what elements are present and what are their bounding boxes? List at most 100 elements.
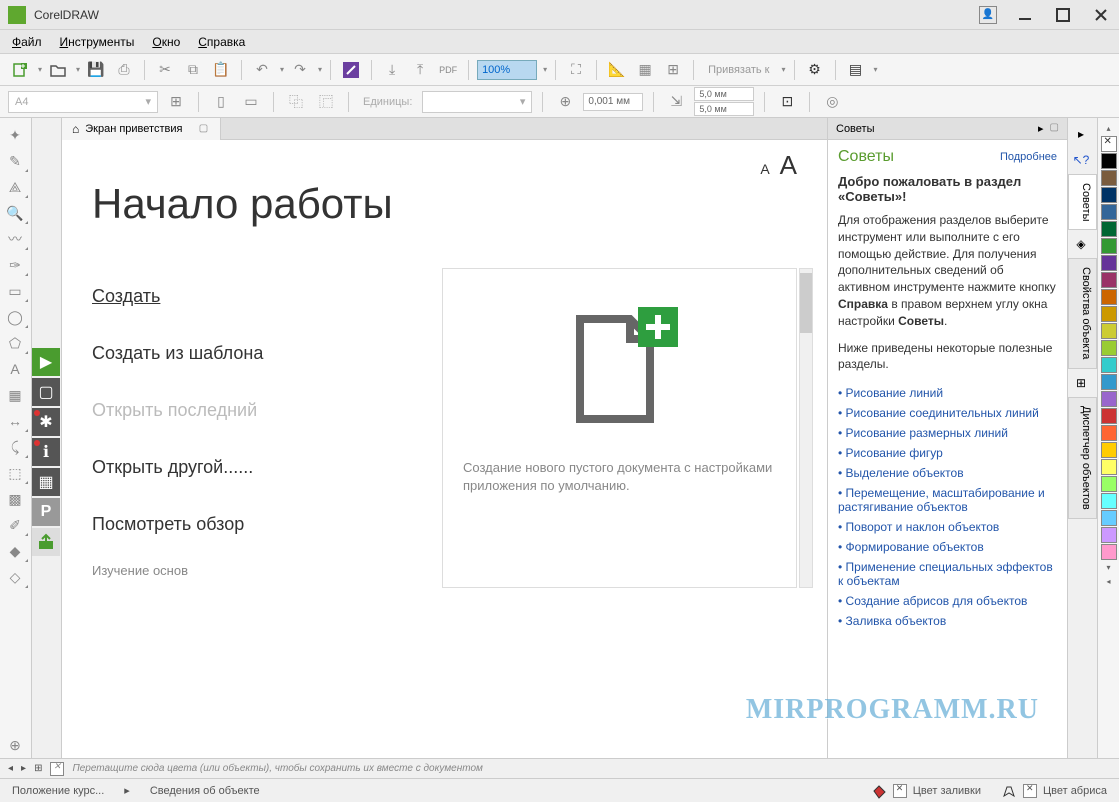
status-outline-color[interactable]: Цвет абриса: [1001, 783, 1107, 799]
open-dropdown[interactable]: ▾: [76, 65, 80, 74]
action-watch-tour[interactable]: Посмотреть обзор: [92, 496, 412, 553]
action-from-template[interactable]: Создать из шаблона: [92, 325, 412, 382]
menu-help[interactable]: Справка: [198, 35, 245, 49]
dup-y-input[interactable]: [694, 102, 754, 116]
color-swatch[interactable]: [1101, 425, 1117, 441]
units-combo[interactable]: ▾: [422, 91, 532, 113]
color-swatch[interactable]: [1101, 374, 1117, 390]
color-swatch[interactable]: [1101, 170, 1117, 186]
nav-updates[interactable]: P: [32, 498, 60, 526]
hint-link[interactable]: Создание абрисов для объектов: [838, 591, 1057, 611]
search-content-icon[interactable]: [339, 58, 363, 82]
ellipse-tool-icon[interactable]: ◯: [0, 304, 30, 330]
action-open-other[interactable]: Открыть другой......: [92, 439, 412, 496]
eyedropper-tool-icon[interactable]: ✐: [0, 512, 30, 538]
nav-workspace[interactable]: ▢: [32, 378, 60, 406]
panel-menu-icon[interactable]: ▸: [1038, 122, 1044, 135]
hints-panel-tab[interactable]: Советы: [836, 123, 874, 135]
dup-x-input[interactable]: [694, 87, 754, 101]
dock-tab-obj-props[interactable]: Свойства объекта: [1068, 258, 1097, 368]
page-size-combo[interactable]: A4▾: [8, 91, 158, 113]
artistic-media-icon[interactable]: ✑: [0, 252, 30, 278]
launch-icon[interactable]: ▤: [844, 58, 868, 82]
color-swatch[interactable]: [1101, 187, 1117, 203]
color-swatch[interactable]: [1101, 289, 1117, 305]
color-swatch[interactable]: [1101, 391, 1117, 407]
treat-as-filled-icon[interactable]: ⊡: [775, 90, 799, 114]
rectangle-tool-icon[interactable]: ▭: [0, 278, 30, 304]
color-swatch[interactable]: [1101, 493, 1117, 509]
color-swatch[interactable]: [1101, 238, 1117, 254]
menu-tools[interactable]: Инструменты: [60, 35, 135, 49]
fill-tool-icon[interactable]: ◆: [0, 538, 30, 564]
color-swatch[interactable]: [1101, 153, 1117, 169]
color-swatch[interactable]: [1101, 306, 1117, 322]
welcome-scrollbar[interactable]: [799, 268, 813, 588]
shape-tool-icon[interactable]: ✎: [0, 148, 30, 174]
color-swatch[interactable]: [1101, 204, 1117, 220]
page-add-icon[interactable]: ⊞: [34, 763, 42, 774]
nav-get-started[interactable]: ▶: [32, 348, 60, 376]
table-tool-icon[interactable]: ▦: [0, 382, 30, 408]
dock-expand-icon[interactable]: ▸: [1068, 122, 1094, 146]
hint-link[interactable]: Применение специальных эффектов к объект…: [838, 557, 1057, 591]
color-swatch[interactable]: [1101, 442, 1117, 458]
tab-close-icon[interactable]: ▢: [196, 122, 210, 136]
color-swatch[interactable]: [1101, 527, 1117, 543]
maximize-button[interactable]: [1053, 5, 1073, 25]
nav-gallery[interactable]: ▦: [32, 468, 60, 496]
doc-color-none[interactable]: [50, 762, 64, 776]
user-account-icon[interactable]: 👤: [979, 6, 997, 24]
dock-tab-obj-mgr[interactable]: Диспетчер объектов: [1068, 397, 1097, 519]
new-dropdown[interactable]: ▾: [38, 65, 42, 74]
page-nav-next[interactable]: ▸: [21, 763, 26, 774]
action-create[interactable]: Создать: [92, 268, 412, 325]
page-nav-prev[interactable]: ◂: [8, 763, 13, 774]
color-none-swatch[interactable]: [1101, 136, 1117, 152]
effects-tool-icon[interactable]: ⬚: [0, 460, 30, 486]
menu-file[interactable]: Файл: [12, 35, 42, 49]
dock-tab-hints[interactable]: Советы: [1068, 174, 1097, 230]
palette-flyout-icon[interactable]: ◂: [1106, 575, 1110, 588]
snap-dropdown[interactable]: ▾: [781, 65, 785, 74]
minimize-button[interactable]: [1015, 5, 1035, 25]
connector-tool-icon[interactable]: ⤹: [0, 434, 30, 460]
action-learn-basics[interactable]: Изучение основ: [92, 553, 412, 578]
dimension-tool-icon[interactable]: ↔: [0, 408, 30, 434]
font-size-preview[interactable]: AA: [760, 150, 797, 181]
hint-link[interactable]: Заливка объектов: [838, 611, 1057, 631]
color-swatch[interactable]: [1101, 221, 1117, 237]
zoom-level-input[interactable]: 100%: [477, 60, 537, 80]
options-icon[interactable]: ⚙: [803, 58, 827, 82]
open-icon[interactable]: [46, 58, 70, 82]
polygon-tool-icon[interactable]: ⬠: [0, 330, 30, 356]
hint-link[interactable]: Рисование линий: [838, 383, 1057, 403]
color-swatch[interactable]: [1101, 272, 1117, 288]
color-swatch[interactable]: [1101, 408, 1117, 424]
tab-welcome[interactable]: ⌂ Экран приветствия ▢: [62, 118, 221, 140]
nudge-input[interactable]: [583, 93, 643, 111]
nav-whats-new[interactable]: ✱: [32, 408, 60, 436]
zoom-dropdown[interactable]: ▾: [543, 65, 547, 74]
color-swatch[interactable]: [1101, 323, 1117, 339]
dock-pointer-icon[interactable]: ↖?: [1068, 148, 1094, 172]
pick-tool-icon[interactable]: ✦: [0, 122, 30, 148]
transparency-tool-icon[interactable]: ▩: [0, 486, 30, 512]
color-swatch[interactable]: [1101, 357, 1117, 373]
hint-link[interactable]: Выделение объектов: [838, 463, 1057, 483]
panel-close-icon[interactable]: ▢: [1050, 122, 1059, 135]
new-doc-icon[interactable]: [8, 58, 32, 82]
quick-customize-icon[interactable]: ⊕: [0, 732, 30, 758]
color-swatch[interactable]: [1101, 476, 1117, 492]
hint-link[interactable]: Рисование фигур: [838, 443, 1057, 463]
color-swatch[interactable]: [1101, 255, 1117, 271]
outline-tool-icon[interactable]: ◇: [0, 564, 30, 590]
nav-membership[interactable]: [32, 528, 60, 556]
color-swatch[interactable]: [1101, 340, 1117, 356]
palette-down-icon[interactable]: ▾: [1106, 561, 1110, 574]
freehand-tool-icon[interactable]: 〰: [0, 226, 30, 252]
hint-link[interactable]: Перемещение, масштабирование и растягива…: [838, 483, 1057, 517]
crop-tool-icon[interactable]: ⟁: [0, 174, 30, 200]
status-fill-color[interactable]: Цвет заливки: [871, 783, 981, 799]
dock-props-icon[interactable]: ◈: [1068, 232, 1094, 256]
